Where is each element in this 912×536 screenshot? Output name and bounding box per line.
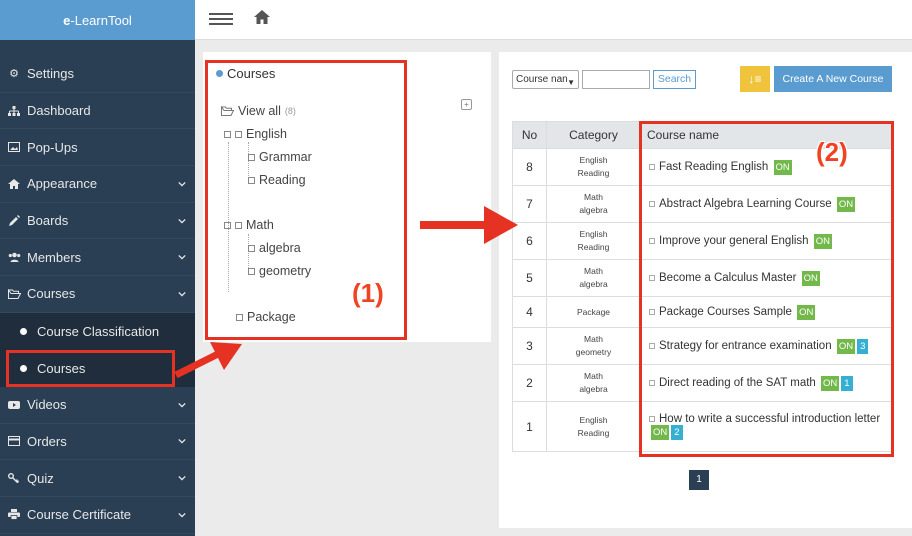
category-sub: geometry xyxy=(575,347,612,357)
expand-all-icon[interactable]: + xyxy=(461,99,472,110)
chevron-down-icon xyxy=(178,402,186,408)
sidebar-item-label: Quiz xyxy=(27,470,54,486)
sidebar-item-settings[interactable]: ⚙ Settings xyxy=(0,56,195,93)
gears-icon: ⚙ xyxy=(9,68,19,81)
column-header-no[interactable]: No xyxy=(512,121,547,149)
cell-no: 4 xyxy=(512,296,547,328)
sidebar-item-courses[interactable]: Courses xyxy=(0,276,195,313)
chevron-down-icon xyxy=(178,475,186,481)
cell-category: English Reading xyxy=(546,148,641,186)
chevron-down-icon: ▼ xyxy=(567,78,575,87)
cell-no: 1 xyxy=(512,401,547,452)
cell-no: 2 xyxy=(512,364,547,402)
sidebar-item-videos[interactable]: Videos xyxy=(0,387,195,424)
cell-no: 3 xyxy=(512,327,547,365)
category-sub: Reading xyxy=(577,427,610,438)
cell-category: Package xyxy=(546,296,641,328)
cell-category: Math algebra xyxy=(546,259,641,297)
chevron-down-icon xyxy=(178,218,186,224)
sidebar-item-label: Boards xyxy=(27,213,69,229)
cell-category: Math algebra xyxy=(546,364,641,402)
category-sub: algebra xyxy=(579,384,608,394)
sort-button[interactable]: ↓≡ xyxy=(740,66,770,92)
category-main: Math xyxy=(584,192,603,202)
folder-open-icon xyxy=(7,288,21,299)
category-sub: Reading xyxy=(577,168,610,178)
home-icon xyxy=(7,178,21,189)
select-value: Course nan xyxy=(516,74,568,85)
annotation-box-courses-menu xyxy=(6,350,175,387)
sidebar-menu: ⚙ Settings Dashboard Pop-Ups Appearance xyxy=(0,56,195,534)
sidebar-item-quiz[interactable]: Quiz xyxy=(0,460,195,497)
video-icon xyxy=(7,400,21,410)
search-field-select[interactable]: Course nan ▼ xyxy=(512,70,579,89)
annotation-box-2 xyxy=(639,121,894,457)
cell-no: 8 xyxy=(512,148,547,186)
annotation-label-1: (1) xyxy=(352,278,384,308)
cell-category: Math algebra xyxy=(546,185,641,223)
sidebar-item-members[interactable]: Members xyxy=(0,239,195,277)
chevron-down-icon xyxy=(178,439,186,444)
category-main: English xyxy=(579,155,608,165)
sidebar-item-label: Members xyxy=(27,249,82,265)
cell-category: English Reading xyxy=(546,222,641,260)
cell-category: Math geometry xyxy=(546,327,641,365)
sidebar-item-boards[interactable]: Boards xyxy=(0,203,195,240)
sidebar-subitem-course-classification[interactable]: Course Classification xyxy=(0,313,195,350)
create-course-button[interactable]: Create A New Course xyxy=(774,66,892,92)
annotation-label-2: (2) xyxy=(816,137,848,167)
category-main: Math xyxy=(584,334,603,344)
print-icon xyxy=(7,509,21,521)
category-main: Math xyxy=(584,371,603,381)
arrow-icon xyxy=(174,342,242,379)
sidebar-item-label: Course Certificate xyxy=(27,507,132,523)
sidebar-item-label: Settings xyxy=(27,66,74,82)
sidebar-item-popups[interactable]: Pop-Ups xyxy=(0,129,195,167)
category-sub: algebra xyxy=(579,205,608,215)
users-icon xyxy=(7,252,21,263)
brand-suffix: -LearnTool xyxy=(70,12,132,28)
chevron-down-icon xyxy=(178,181,186,187)
home-icon[interactable] xyxy=(253,9,271,25)
category-sub: Reading xyxy=(577,242,610,252)
category-main: English xyxy=(579,229,608,239)
sidebar-subitem-label: Course Classification xyxy=(37,323,160,339)
category-main: Math xyxy=(584,266,603,276)
cell-no: 5 xyxy=(512,259,547,297)
chevron-down-icon xyxy=(178,512,186,518)
sidebar-item-label: Pop-Ups xyxy=(27,139,78,155)
top-bar xyxy=(195,0,912,40)
category-main: English xyxy=(579,414,608,425)
sidebar: e -LearnTool ⚙ Settings Dashboard Pop-Ups… xyxy=(0,0,195,536)
key-icon xyxy=(7,473,21,484)
sort-icon: ↓≡ xyxy=(748,72,762,86)
pencil-icon xyxy=(7,215,21,227)
sidebar-item-label: Appearance xyxy=(27,176,98,192)
brand-logo[interactable]: e -LearnTool xyxy=(0,0,195,40)
search-button[interactable]: Search xyxy=(653,70,696,89)
chevron-down-icon xyxy=(178,255,186,260)
sitemap-icon xyxy=(7,105,21,116)
image-icon xyxy=(7,142,21,153)
search-input[interactable] xyxy=(582,70,650,89)
sidebar-item-label: Dashboard xyxy=(27,103,91,119)
pagination-page-button[interactable]: 1 xyxy=(689,470,709,490)
sidebar-item-dashboard[interactable]: Dashboard xyxy=(0,93,195,130)
bullet-icon xyxy=(20,327,27,335)
chevron-down-icon xyxy=(178,291,186,297)
cell-category: English Reading xyxy=(546,401,641,452)
category-sub: algebra xyxy=(579,279,608,289)
sidebar-item-orders[interactable]: Orders xyxy=(0,424,195,461)
category-main: Package xyxy=(576,306,611,317)
arrow-icon xyxy=(420,206,518,244)
sidebar-item-label: Courses xyxy=(27,286,76,302)
brand-prefix: e xyxy=(63,12,71,28)
sidebar-item-label: Videos xyxy=(27,397,67,413)
sidebar-item-course-certificate[interactable]: Course Certificate xyxy=(0,497,195,534)
column-header-category[interactable]: Category xyxy=(546,121,641,149)
credit-card-icon xyxy=(7,436,21,447)
sidebar-item-appearance[interactable]: Appearance xyxy=(0,166,195,203)
sidebar-item-label: Orders xyxy=(27,433,67,449)
menu-toggle-icon[interactable] xyxy=(209,13,233,27)
